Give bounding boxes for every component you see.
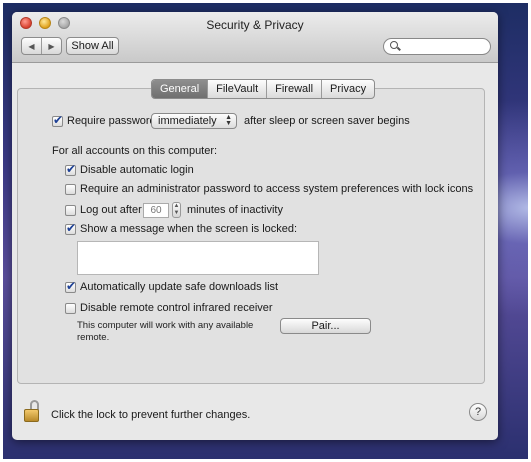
lock-text: Click the lock to prevent further change… [51,409,251,421]
disable-ir-label: Disable remote control infrared receiver [80,302,273,314]
require-admin-checkbox[interactable] [65,184,76,195]
popup-arrows-icon: ▲ ▼ [225,114,232,127]
search-field[interactable] [383,38,491,55]
auto-update-checkbox[interactable] [65,279,76,293]
security-privacy-window: Security & Privacy ◀ ▶ Show All General … [12,12,498,440]
help-button[interactable]: ? [469,403,487,421]
back-arrow-icon[interactable]: ◀ [22,38,42,54]
logout-checkbox[interactable] [65,205,76,216]
require-password-checkbox[interactable] [52,113,63,127]
back-forward-control: ◀ ▶ [21,37,62,55]
tab-firewall[interactable]: Firewall [266,80,321,98]
show-all-button[interactable]: Show All [66,37,119,55]
show-message-checkbox[interactable] [65,221,76,235]
search-icon [390,41,398,49]
disable-auto-login-checkbox[interactable] [65,162,76,176]
tab-bar: General FileVault Firewall Privacy [151,79,376,99]
lock-icon[interactable] [24,400,42,424]
require-password-label: Require password [67,115,156,127]
password-delay-popup[interactable]: immediately ▲ ▼ [151,113,237,129]
require-password-suffix: after sleep or screen saver begins [244,115,410,127]
password-delay-value: immediately [158,115,217,127]
disable-auto-login-label: Disable automatic login [80,164,194,176]
pair-button[interactable]: Pair... [280,318,371,334]
logout-minutes-stepper[interactable]: ▲ ▼ [172,202,181,218]
forward-arrow-icon[interactable]: ▶ [42,38,61,54]
lock-message-field[interactable] [77,241,319,275]
ir-note: This computer will work with any availab… [77,320,254,343]
require-admin-label: Require an administrator password to acc… [80,183,474,195]
tab-filevault[interactable]: FileVault [207,80,266,98]
auto-update-label: Automatically update safe downloads list [80,281,279,293]
title-bar: Security & Privacy ◀ ▶ Show All [12,12,498,63]
tab-privacy[interactable]: Privacy [321,80,374,98]
logout-label: Log out after [80,204,142,216]
logout-minutes-field[interactable]: 60 [143,203,169,218]
tab-general[interactable]: General [152,80,208,98]
logout-suffix: minutes of inactivity [187,204,283,216]
disable-ir-checkbox[interactable] [65,303,76,314]
show-message-label: Show a message when the screen is locked… [80,223,298,235]
window-title: Security & Privacy [206,18,304,32]
all-accounts-heading: For all accounts on this computer: [52,145,218,157]
